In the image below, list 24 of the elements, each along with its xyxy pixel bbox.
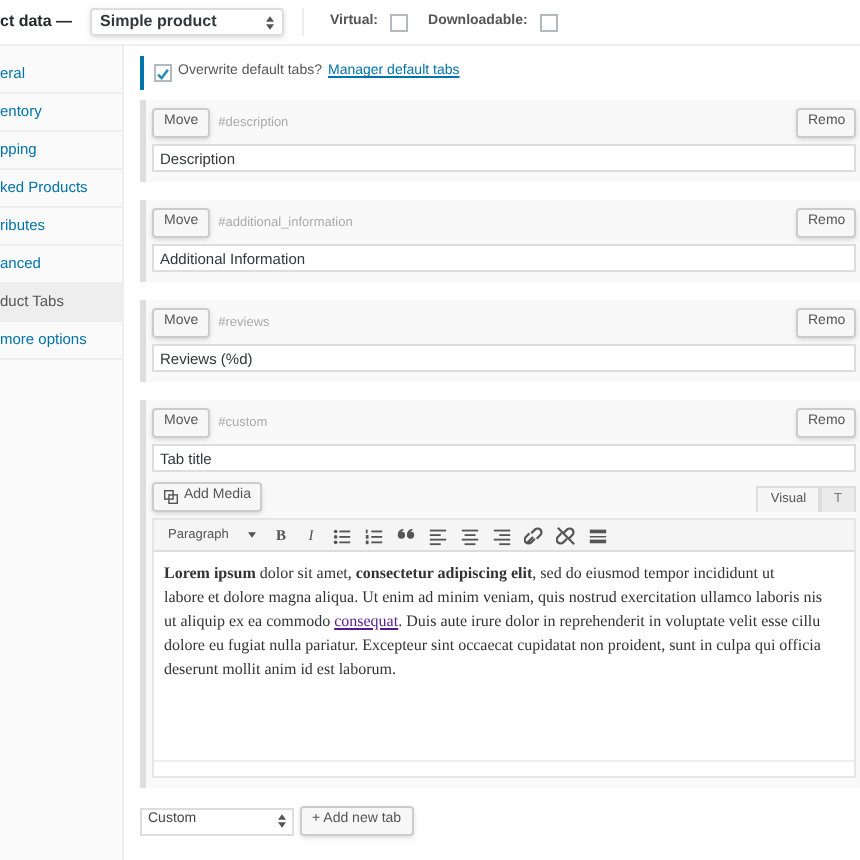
panel-title: ct data — — [0, 10, 73, 34]
editor-text-line: labore et dolore magna aliqua. Ut enim ad minim veniam, quis nostrud exercitation ullamco laboris nis — [164, 586, 825, 610]
checkbox[interactable] — [154, 64, 172, 82]
editor-text-line: ut aliquip ex ea commodo consequat. Duis aute irure dolor in reprehenderit in voluptate velit esse cillu — [164, 610, 823, 634]
editor-text-line: dolore eu fugiat nulla pariatur. Excepteur sint occaecat cupidatat non proident, sunt in culpa qui officia — [164, 634, 823, 658]
caret-icon — [248, 532, 256, 538]
more-icon[interactable] — [588, 525, 608, 545]
numbers-icon[interactable] — [364, 525, 384, 545]
align-center-icon[interactable] — [460, 525, 480, 545]
text-link[interactable]: consequat — [334, 612, 399, 630]
media-icon — [164, 490, 178, 504]
select-arrows-icon — [278, 814, 286, 828]
checkbox[interactable] — [539, 13, 558, 31]
product-type-select[interactable]: Simple product — [90, 8, 285, 36]
select-arrows-icon — [266, 15, 275, 29]
align-left-icon[interactable] — [428, 525, 448, 545]
link-icon[interactable] — [524, 525, 544, 545]
bullets-icon[interactable] — [332, 525, 352, 545]
quote-icon[interactable] — [396, 525, 416, 545]
checkbox[interactable] — [390, 13, 409, 31]
editor-text-line: deserunt mollit anim id est laborum. — [164, 658, 398, 682]
unlink-icon[interactable] — [556, 525, 576, 545]
editor-text-line: Lorem ipsum dolor sit amet, consectetur adipiscing elit, sed do eiusmod tempor incididunt ut — [164, 562, 777, 586]
align-right-icon[interactable] — [492, 525, 512, 545]
